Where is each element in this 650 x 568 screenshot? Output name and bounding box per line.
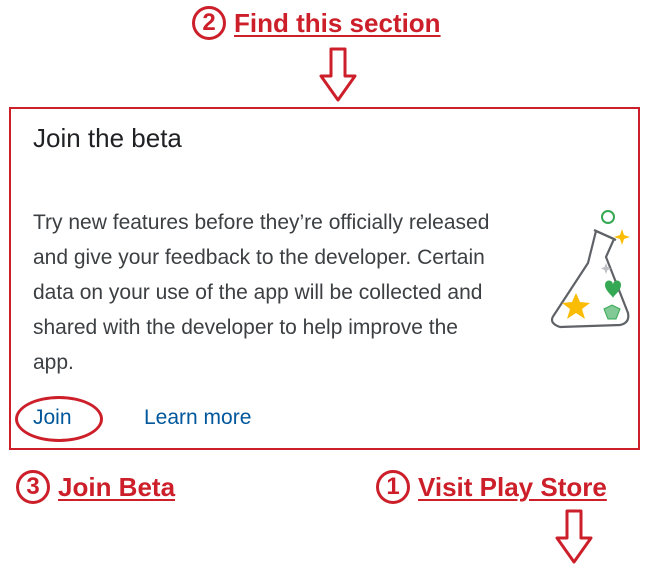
beta-flask-icon: [550, 210, 630, 329]
learn-more-link[interactable]: Learn more: [144, 406, 251, 430]
join-button[interactable]: Join: [33, 406, 72, 430]
step-3-annotation: 3 Join Beta: [16, 470, 175, 504]
down-arrow-icon: [555, 509, 593, 564]
step-1-label: Visit Play Store: [418, 471, 607, 502]
step-3-label: Join Beta: [58, 471, 176, 502]
step-2-label: Find this section: [234, 7, 441, 38]
step-3-number: 3: [16, 470, 50, 504]
join-beta-card: Join the beta Try new features before th…: [9, 107, 640, 450]
step-2-annotation: 2 Find this section: [192, 6, 441, 40]
step-2-number: 2: [192, 6, 226, 40]
card-title: Join the beta: [33, 123, 182, 153]
card-description: Try new features before they’re official…: [33, 211, 490, 374]
down-arrow-icon: [319, 47, 357, 102]
step-1-annotation: 1 Visit Play Store: [376, 470, 607, 504]
step-1-number: 1: [376, 470, 410, 504]
